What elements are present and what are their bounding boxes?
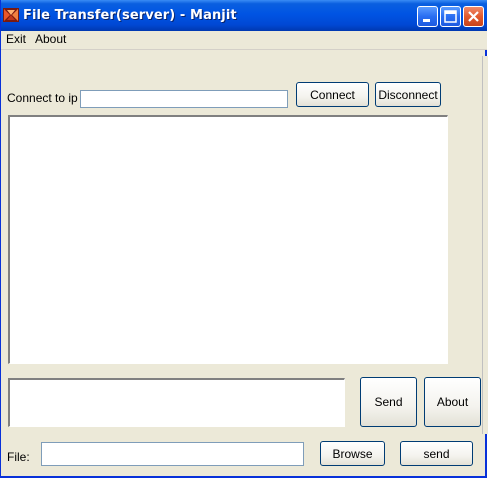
maximize-icon <box>444 10 457 23</box>
disconnect-button[interactable]: Disconnect <box>375 82 441 107</box>
menu-about[interactable]: About <box>35 32 66 46</box>
browse-button[interactable]: Browse <box>320 441 385 466</box>
app-window: File Transfer(server) - Manjit Exit Abou… <box>0 0 488 478</box>
menu-bar: Exit About <box>1 31 487 50</box>
about-button[interactable]: About <box>424 377 481 427</box>
minimize-icon <box>423 19 430 22</box>
file-label: File: <box>7 450 30 464</box>
send-file-button[interactable]: send <box>400 441 473 466</box>
connect-button[interactable]: Connect <box>296 82 369 107</box>
message-input[interactable] <box>8 378 345 427</box>
right-panel-edge <box>482 56 488 434</box>
app-icon <box>3 8 19 22</box>
minimize-button[interactable] <box>417 6 438 27</box>
connect-ip-label: Connect to ip : <box>7 91 85 105</box>
close-button[interactable] <box>463 6 484 27</box>
title-bar[interactable]: File Transfer(server) - Manjit <box>1 0 487 31</box>
ip-address-input[interactable] <box>80 90 288 108</box>
chat-log-area[interactable] <box>8 115 448 364</box>
window-title: File Transfer(server) - Manjit <box>23 8 237 23</box>
menu-exit[interactable]: Exit <box>6 32 26 46</box>
send-message-button[interactable]: Send <box>360 377 417 427</box>
maximize-button[interactable] <box>440 6 461 27</box>
file-path-input[interactable] <box>41 442 304 466</box>
close-icon <box>468 11 479 22</box>
